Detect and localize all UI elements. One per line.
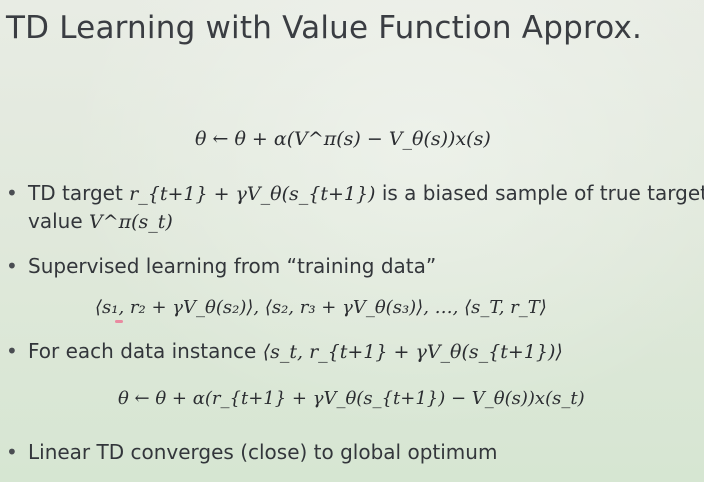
laser-pointer-mark bbox=[115, 320, 123, 323]
slide: TD Learning with Value Function Approx. … bbox=[0, 0, 704, 482]
slide-title: TD Learning with Value Function Approx. bbox=[6, 10, 643, 46]
bullet-icon: • bbox=[6, 181, 18, 205]
main-update-equation: θ ← θ + α(V^π(s) − V_θ(s))x(s) bbox=[195, 128, 491, 150]
bullet-icon: • bbox=[6, 254, 18, 278]
training-data-sequence-text: ⟨s₁, r₂ + γV_θ(s₂)⟩, ⟨s₂, r₃ + γV_θ(s₃)⟩… bbox=[95, 297, 547, 318]
true-value-math: V^π(s_t) bbox=[89, 211, 173, 233]
bullet-icon: • bbox=[6, 440, 18, 464]
bullet-each-instance: • For each data instance ⟨s_t, r_{t+1} + … bbox=[6, 339, 563, 363]
bullet-each-instance-text: For each data instance bbox=[28, 339, 257, 363]
main-equation-text: θ ← θ + α(V^π(s) − V_θ(s))x(s) bbox=[195, 128, 491, 150]
bullet-supervised-learning: • Supervised learning from “training data… bbox=[6, 254, 436, 278]
bullet-td-target-cont-text: value bbox=[28, 209, 83, 233]
training-data-sequence: ⟨s₁, r₂ + γV_θ(s₂)⟩, ⟨s₂, r₃ + γV_θ(s₃)⟩… bbox=[95, 297, 547, 318]
bullet-td-target-text-after: is a biased sample of true target bbox=[381, 181, 704, 205]
td-update-equation: θ ← θ + α(r_{t+1} + γV_θ(s_{t+1}) − V_θ(… bbox=[118, 388, 585, 409]
bullet-supervised-text: Supervised learning from “training data” bbox=[28, 254, 437, 278]
data-instance-math: ⟨s_t, r_{t+1} + γV_θ(s_{t+1})⟩ bbox=[262, 341, 563, 363]
bullet-td-target-text: TD target bbox=[28, 181, 123, 205]
td-update-equation-text: θ ← θ + α(r_{t+1} + γV_θ(s_{t+1}) − V_θ(… bbox=[118, 388, 585, 409]
td-target-math: r_{t+1} + γV_θ(s_{t+1}) bbox=[129, 183, 376, 205]
bullet-linear-td: • Linear TD converges (close) to global o… bbox=[6, 440, 497, 464]
bullet-td-target: • TD target r_{t+1} + γV_θ(s_{t+1}) is a … bbox=[6, 181, 704, 205]
bullet-linear-td-text: Linear TD converges (close) to global op… bbox=[28, 440, 498, 464]
bullet-icon: • bbox=[6, 339, 18, 363]
bullet-td-target-continuation: value V^π(s_t) bbox=[28, 209, 173, 233]
screen-glare bbox=[0, 0, 704, 482]
